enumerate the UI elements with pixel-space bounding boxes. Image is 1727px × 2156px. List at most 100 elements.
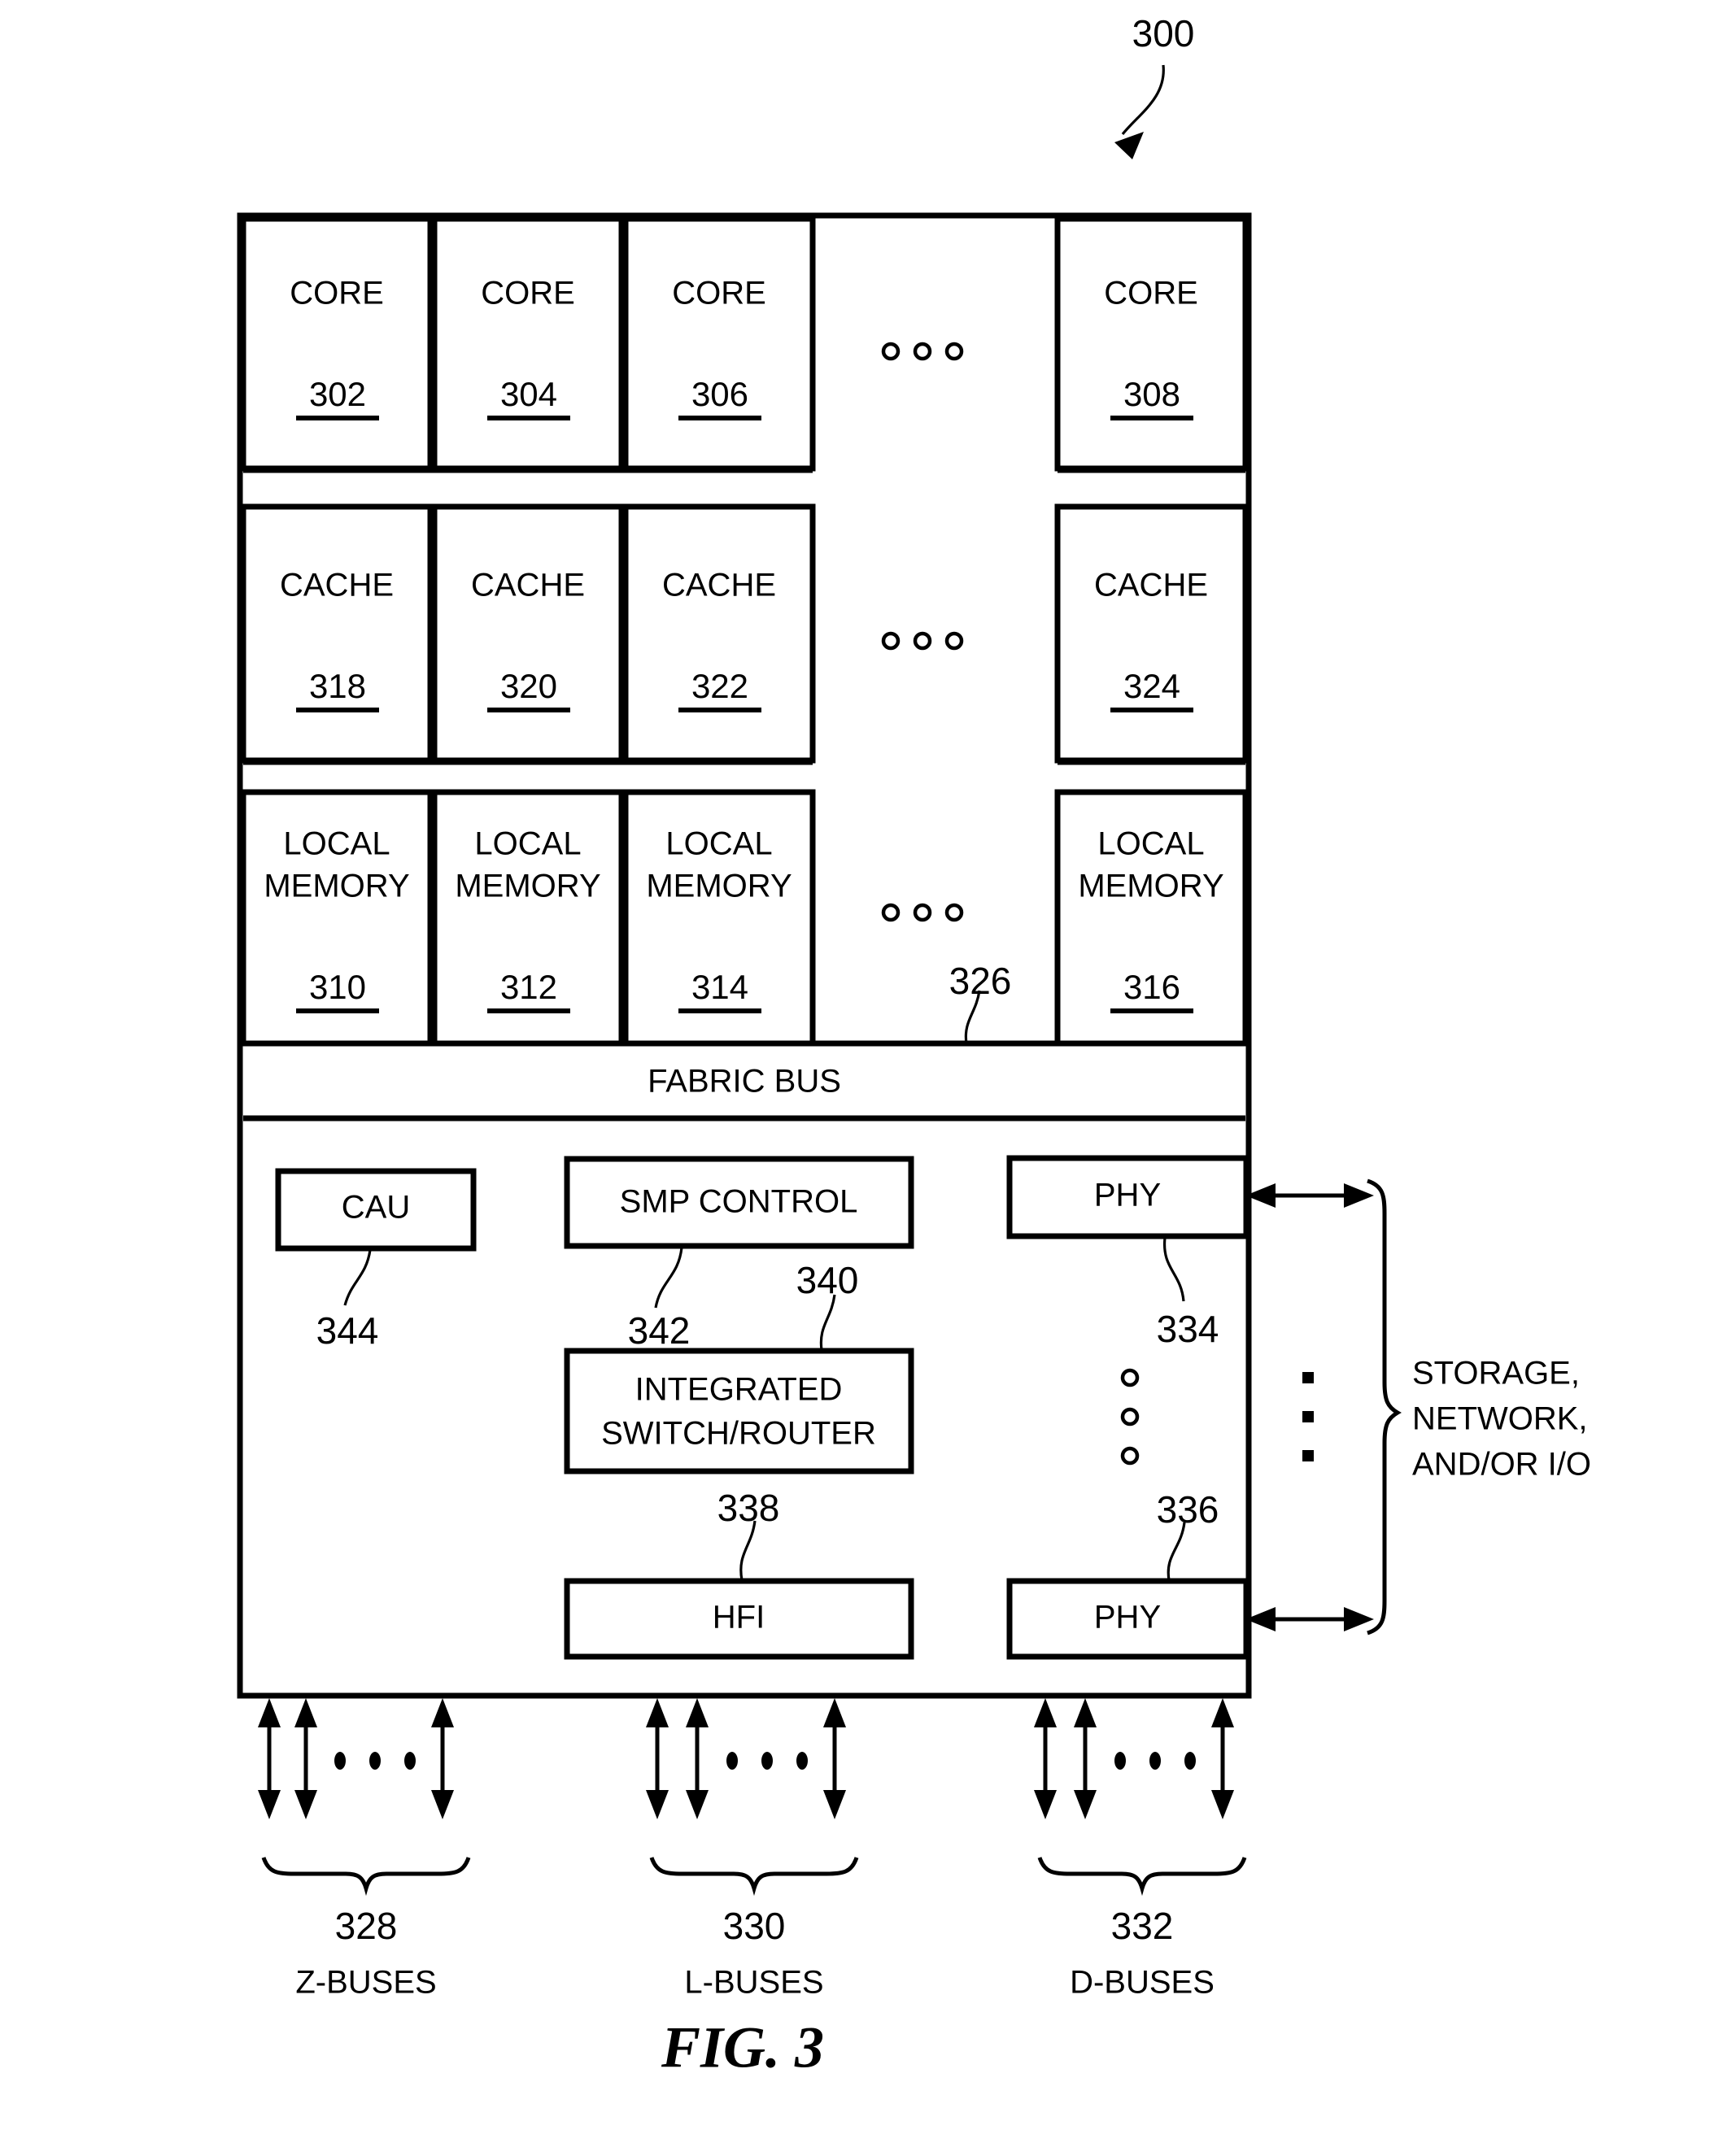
local-memory-ellipsis-dot-3 xyxy=(944,903,964,922)
zbus-arrow-1-head-down xyxy=(258,1790,281,1819)
phy-top-ref-334: 334 xyxy=(1157,1308,1219,1350)
core-box-308 xyxy=(1054,216,1249,472)
core-ellipsis-dot-1 xyxy=(881,342,901,361)
dbus-arrow-2-head-up xyxy=(1074,1698,1097,1727)
lead-line-300 xyxy=(1121,64,1165,136)
cache-box-324-label: CACHE xyxy=(1094,568,1208,603)
figure-300-diagram: 300 CORE 302 CORE 304 CORE 306 CORE 308 … xyxy=(237,12,1591,2080)
core-box-302 xyxy=(240,216,434,472)
cache-ellipsis-dot-2 xyxy=(913,631,932,651)
cache-box-322 xyxy=(622,503,816,764)
cau-label: CAU xyxy=(342,1190,410,1226)
local-memory-box-316-ref: 316 xyxy=(1123,968,1180,1006)
cache-box-320-label: CACHE xyxy=(471,568,585,603)
lbus-arrow-2-head-down xyxy=(686,1790,709,1819)
external-ellipsis-dot-3 xyxy=(1302,1450,1314,1461)
local-memory-gap-ref-326: 326 xyxy=(949,960,1012,1002)
hfi-ref-338: 338 xyxy=(717,1487,780,1529)
dbus-ellipsis-dot-2 xyxy=(1149,1752,1161,1770)
core-box-302-label: CORE xyxy=(290,276,384,311)
zbus-label: Z-BUSES xyxy=(295,1965,436,2001)
cache-ellipsis-dot-3 xyxy=(944,631,964,651)
lead-line-334 xyxy=(1162,1237,1185,1302)
external-devices-brace xyxy=(1367,1178,1402,1636)
local-memory-box-316-label-line2: MEMORY xyxy=(1078,869,1223,904)
core-box-308-label: CORE xyxy=(1104,276,1198,311)
core-box-304 xyxy=(431,216,625,472)
dbus-brace xyxy=(1037,1857,1247,1897)
lead-line-338 xyxy=(739,1520,757,1581)
zbus-arrow-2-head-up xyxy=(294,1698,317,1727)
core-ellipsis-dot-2 xyxy=(913,342,932,361)
phy-top-label: PHY xyxy=(1094,1178,1161,1213)
zbus-brace xyxy=(261,1857,471,1897)
external-ellipsis-dot-1 xyxy=(1302,1372,1314,1383)
zbus-arrow-3-head-down xyxy=(431,1790,454,1819)
dbus-arrow-3-head-down xyxy=(1211,1790,1234,1819)
lbus-ref-330: 330 xyxy=(723,1905,786,1947)
lbus-arrow-2-head-up xyxy=(686,1698,709,1727)
core-box-306-label: CORE xyxy=(672,276,766,311)
lbus-arrow-1-head-down xyxy=(646,1790,669,1819)
local-memory-box-314-label-line2: MEMORY xyxy=(646,869,792,904)
lead-line-342 xyxy=(654,1247,683,1309)
dbus-arrow-1-head-up xyxy=(1034,1698,1057,1727)
zbus-arrow-2-head-down xyxy=(294,1790,317,1819)
dbus-arrow-1-head-down xyxy=(1034,1790,1057,1819)
zbus-arrow-3-head-up xyxy=(431,1698,454,1727)
phy-bottom-ref-336: 336 xyxy=(1157,1488,1219,1531)
cache-box-320 xyxy=(431,503,625,764)
cache-box-324-ref: 324 xyxy=(1123,667,1180,705)
integrated-switch-router-label-line2: SWITCH/ROUTER xyxy=(601,1416,876,1452)
lbus-arrow-3-head-down xyxy=(823,1790,846,1819)
dbus-label: D-BUSES xyxy=(1070,1965,1215,2001)
dbus-ellipsis-dot-3 xyxy=(1184,1752,1196,1770)
smp-control-label: SMP CONTROL xyxy=(620,1184,858,1220)
zbus-ellipsis-dot-1 xyxy=(334,1752,346,1770)
integrated-switch-router-ref-340: 340 xyxy=(796,1259,859,1301)
cache-ellipsis-dot-1 xyxy=(881,631,901,651)
local-memory-box-312-label-line1: LOCAL xyxy=(474,826,581,862)
external-devices-line3: AND/OR I/O xyxy=(1412,1447,1591,1483)
core-box-304-label: CORE xyxy=(481,276,575,311)
phy-bottom-label: PHY xyxy=(1094,1600,1161,1636)
phy-ellipsis-dot-3 xyxy=(1120,1446,1140,1466)
core-box-304-ref: 304 xyxy=(500,375,557,413)
core-box-306-ref: 306 xyxy=(691,375,748,413)
dbus-arrow-2-head-down xyxy=(1074,1790,1097,1819)
cache-box-318-ref: 318 xyxy=(309,667,366,705)
cau-ref-344: 344 xyxy=(316,1309,379,1352)
cache-box-318-label: CACHE xyxy=(280,568,394,603)
core-ellipsis-dot-3 xyxy=(944,342,964,361)
phy-ellipsis-dot-2 xyxy=(1120,1407,1140,1426)
lbus-label: L-BUSES xyxy=(684,1965,823,2001)
external-ellipsis-dot-2 xyxy=(1302,1411,1314,1422)
core-box-308-ref: 308 xyxy=(1123,375,1180,413)
dbus-ellipsis-dot-1 xyxy=(1114,1752,1126,1770)
core-box-306 xyxy=(622,216,816,472)
cache-box-318 xyxy=(240,503,434,764)
phy-bottom-arrowhead-right xyxy=(1344,1607,1374,1631)
smp-control-ref-342: 342 xyxy=(628,1309,691,1352)
local-memory-box-316-label-line1: LOCAL xyxy=(1097,826,1204,862)
lead-line-336 xyxy=(1167,1522,1186,1581)
lbus-ellipsis-dot-1 xyxy=(726,1752,738,1770)
lead-line-344 xyxy=(343,1249,372,1306)
lbus-brace xyxy=(649,1857,859,1897)
cache-box-324 xyxy=(1054,503,1249,764)
lead-line-340 xyxy=(819,1294,836,1351)
phy-top-arrowhead-right xyxy=(1344,1183,1374,1208)
local-memory-ellipsis-dot-2 xyxy=(913,903,932,922)
arrowhead-300 xyxy=(1114,132,1144,159)
figure-caption: FIG. 3 xyxy=(661,2015,824,2080)
lbus-arrow-1-head-up xyxy=(646,1698,669,1727)
hfi-label: HFI xyxy=(713,1600,765,1636)
external-devices-line2: NETWORK, xyxy=(1412,1401,1588,1437)
core-box-302-ref: 302 xyxy=(309,375,366,413)
zbus-arrow-1-head-up xyxy=(258,1698,281,1727)
fabric-bus-label: FABRIC BUS xyxy=(648,1064,841,1100)
local-memory-ellipsis-dot-1 xyxy=(881,903,901,922)
dbus-ref-332: 332 xyxy=(1111,1905,1174,1947)
cache-box-322-label: CACHE xyxy=(662,568,776,603)
figure-reference-300: 300 xyxy=(1132,12,1195,54)
